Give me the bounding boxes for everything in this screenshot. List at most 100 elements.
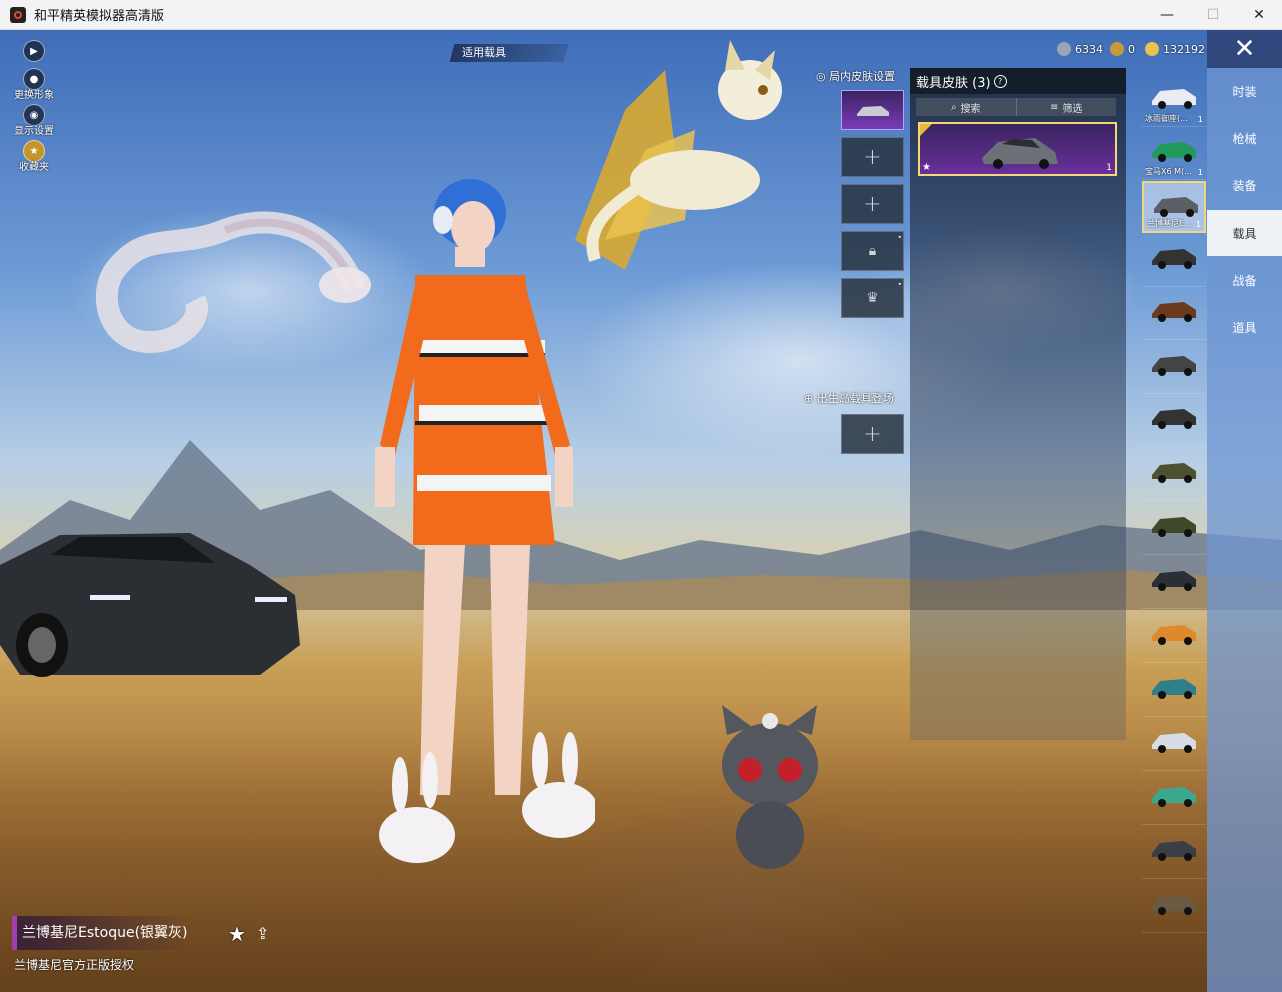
vehicle-thumbnail-icon [1152,571,1196,591]
filter-button[interactable]: ≡ 筛选 [1015,98,1117,116]
vehicle-list-item[interactable]: 宝马X6 M(... 1 [1142,128,1206,180]
skin-card-count: 1 [1106,163,1112,173]
category-weapons[interactable]: 枪械 [1207,115,1282,161]
category-vehicles[interactable]: 载具 [1207,210,1282,256]
expand-arrow-icon[interactable]: ▶ [23,40,45,62]
display-settings-label[interactable]: 显示设置 [9,122,59,137]
minimize-button[interactable]: — [1144,0,1190,30]
skin-slot-locked-2[interactable]: ♛ ▪ [841,278,904,318]
vehicle-thumbnail-icon [1152,733,1196,753]
vehicle-list-item[interactable] [1142,719,1206,771]
skin-slot-add-2[interactable]: + [841,184,904,224]
change-appearance-label[interactable]: 更换形象 [9,86,59,101]
vehicle-thumbnail-icon [1152,787,1196,807]
favorite-star-button[interactable]: ★ [228,922,246,946]
favorite-star-icon: ★ [922,162,931,173]
gold-amount: 132192 [1163,42,1205,56]
vehicle-list-item-count: 1 [1197,168,1203,177]
vehicle-list-item[interactable] [1142,395,1206,447]
category-items[interactable]: 道具 [1207,304,1282,350]
vehicle-list-item[interactable] [1142,342,1206,394]
bronze-amount: 0 [1128,42,1135,56]
lock-icon: 🔒︎ [868,243,877,259]
vehicle-list-item[interactable]: 冰雨御座(... 1 [1142,75,1206,127]
vehicle-list-item[interactable] [1142,235,1206,287]
foreground-grass [0,730,1282,992]
window-title: 和平精英模拟器高清版 [34,9,165,24]
spawn-vehicle-add-slot[interactable]: + [841,414,904,454]
applicable-vehicle-badge: 适用载具 [449,44,569,62]
vehicle-thumbnail-icon [1152,89,1196,109]
skin-card-lamborghini[interactable]: ★ 1 [918,122,1117,176]
help-icon[interactable]: ? [993,74,1007,88]
vehicle-list-item-count: 1 [1197,115,1203,124]
selected-vehicle-name: 兰博基尼Estoque(银翼灰) [12,916,190,950]
favorites-label[interactable]: 收藏夹 [9,158,59,173]
skin-slot-locked-1[interactable]: 🔒︎ ▪ [841,231,904,271]
vehicle-thumbnail-icon [1152,625,1196,645]
vehicle-thumbnail-icon [1152,302,1196,322]
crown-icon: ♛ [866,290,879,306]
vehicle-thumbnail-icon [1152,463,1196,483]
close-icon[interactable]: ✕ [1207,30,1282,68]
vehicle-thumbnail-icon [1154,197,1198,217]
vehicle-list-item[interactable] [1142,503,1206,555]
vehicle-thumbnail-icon [1152,249,1196,269]
vehicle-list-item[interactable] [1142,288,1206,340]
vehicle-list-item[interactable]: 兰博基尼E... 1 [1142,181,1206,233]
vehicle-list-item[interactable] [1142,611,1206,663]
search-button[interactable]: ⌕ 搜索 [916,98,1016,116]
golden-dragon-pet [575,40,782,270]
spawn-island-vehicle-label: ⊕ 出生岛载具登场 [804,392,894,405]
vehicle-list-item[interactable] [1142,827,1206,879]
share-icon[interactable]: ⇪ [256,924,269,943]
cloud-dragon-figure [95,211,371,353]
lamborghini-car [0,533,300,677]
app-icon [10,6,26,23]
currency-bronze: 0 [1110,40,1135,58]
cat-pet [722,705,818,869]
car-icon [856,106,889,116]
in-game-skin-settings-title: ◎ 局内皮肤设置 [816,70,896,83]
filter-icon: ≡ [1050,101,1059,113]
vehicle-thumbnail-icon [1152,517,1196,537]
vehicle-list-item-count: 1 [1195,220,1201,229]
vehicle-skin-header: 载具皮肤 (3) ? [910,68,1126,94]
vehicle-list-item-name: 兰博基尼E... [1147,219,1192,228]
vehicle-list-item-name: 冰雨御座(... [1145,114,1188,123]
vehicle-list-item[interactable] [1142,449,1206,501]
window-titlebar: 和平精英模拟器高清版 — ☐ ✕ [0,0,1282,30]
silver-amount: 6334 [1075,42,1103,56]
vehicle-list-item[interactable] [1142,665,1206,717]
vehicle-list-item[interactable] [1142,557,1206,609]
vehicle-list-item-name: 宝马X6 M(... [1145,167,1192,176]
player-character [375,179,595,863]
vehicle-thumbnail-icon [1152,679,1196,699]
skin-car-thumbnail [982,138,1058,169]
category-combat-supplies[interactable]: 战备 [1207,257,1282,303]
category-fashion[interactable]: 时装 [1207,68,1282,114]
vehicle-list-item[interactable] [1142,881,1206,933]
vehicle-skin-panel: 载具皮肤 (3) ? ⌕ 搜索 ≡ 筛选 ★ 1 [910,68,1126,740]
vehicle-thumbnail-icon [1152,356,1196,376]
skin-slot-add-1[interactable]: + [841,137,904,177]
search-filter-bar: ⌕ 搜索 ≡ 筛选 [916,98,1116,116]
skin-slot-car[interactable] [841,90,904,130]
vehicle-list-item[interactable] [1142,773,1206,825]
silver-coin-icon [1057,42,1071,56]
category-equipment[interactable]: 装备 [1207,162,1282,208]
bronze-coin-icon [1110,42,1124,56]
currency-silver: 6334 [1057,40,1103,58]
search-icon: ⌕ [950,101,957,113]
currency-gold: 132192 [1145,40,1205,58]
category-nav: ✕ 时装 枪械 装备 载具 战备 道具 [1207,30,1282,992]
maximize-button[interactable]: ☐ [1190,0,1236,30]
rarity-corner [920,124,932,136]
applicable-vehicle-label: 适用载具 [462,46,506,59]
vehicle-skin-title: 载具皮肤 (3) [916,75,991,91]
close-window-button[interactable]: ✕ [1236,0,1282,30]
vehicle-thumbnail-icon [1152,409,1196,429]
vehicle-thumbnail-icon [1152,142,1196,162]
vehicle-thumbnail-icon [1152,841,1196,861]
game-viewport: ▶ ● 更换形象 ◉ 显示设置 ★ 收藏夹 适用载具 6334 0 132192… [0,30,1282,992]
